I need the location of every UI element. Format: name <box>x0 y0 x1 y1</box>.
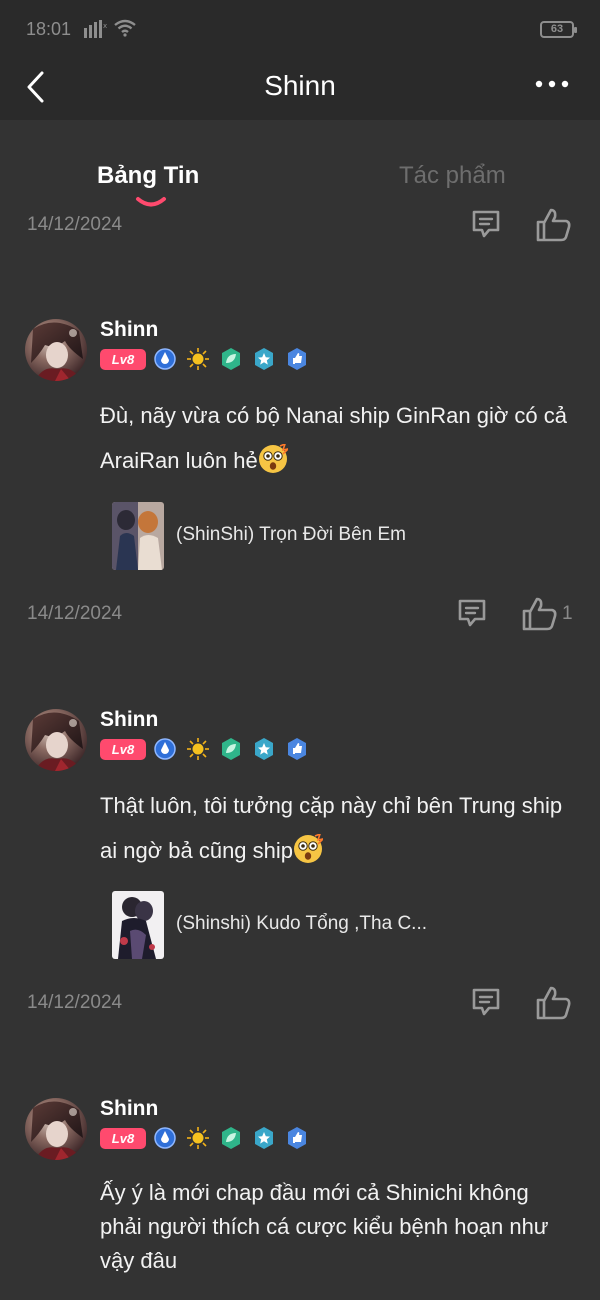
sun-badge-icon <box>187 738 209 760</box>
comment-icon <box>472 988 500 1016</box>
post-text: Thật luôn, tôi tưởng cặp này chỉ bên Tru… <box>100 793 563 864</box>
level-badge: Lv8 <box>100 1128 146 1149</box>
svg-text:x: x <box>103 22 107 30</box>
leaf-badge-icon <box>222 348 240 370</box>
thumb-badge-icon <box>288 1127 306 1149</box>
username[interactable]: Shinn <box>100 1097 158 1121</box>
post-date: 14/12/2024 <box>27 603 123 624</box>
sun-badge-icon <box>187 348 209 370</box>
more-options-button[interactable] <box>532 72 576 106</box>
thumbs-up-icon <box>522 597 557 631</box>
post-date: 14/12/2024 <box>27 992 123 1013</box>
comment-icon <box>472 210 500 238</box>
avatar[interactable] <box>25 709 87 771</box>
post-text: Ấy ý là mới chap đầu mới cả Shinichi khô… <box>100 1180 549 1273</box>
tab-news-feed[interactable]: Bảng Tin <box>97 162 199 190</box>
level-badge: Lv8 <box>100 739 146 760</box>
linked-work-card[interactable]: (Shinshi) Kudo Tổng ,Tha C... <box>112 891 572 959</box>
work-title: (ShinShi) Trọn Đời Bên Em <box>176 524 406 545</box>
post-text: Đù, nãy vừa có bộ Nanai ship GinRan giờ … <box>100 403 567 474</box>
like-button[interactable] <box>534 206 574 244</box>
work-cover-image <box>112 891 164 959</box>
comment-icon <box>458 599 486 627</box>
comment-button[interactable] <box>468 206 504 242</box>
drop-badge-icon <box>154 348 176 370</box>
drop-badge-icon <box>154 738 176 760</box>
star-badge-icon <box>255 1127 273 1149</box>
drop-badge-icon <box>154 1127 176 1149</box>
astonished-face-icon <box>293 834 324 864</box>
sun-badge-icon <box>187 1127 209 1149</box>
like-button[interactable] <box>534 984 574 1022</box>
tab-works[interactable]: Tác phẩm <box>399 162 506 190</box>
work-title: (Shinshi) Kudo Tổng ,Tha C... <box>176 913 427 934</box>
status-bar: 18:01 x 63 <box>0 0 600 58</box>
post-date: 14/12/2024 <box>27 214 123 235</box>
wifi-icon <box>114 19 136 37</box>
comment-button[interactable] <box>468 984 504 1020</box>
like-button[interactable] <box>520 595 560 633</box>
signal-icon: x <box>84 20 107 38</box>
username[interactable]: Shinn <box>100 708 158 732</box>
astonished-face-icon <box>257 444 288 474</box>
thumbs-up-icon <box>536 986 571 1020</box>
post-meta-row: 14/12/2024 <box>0 984 600 1024</box>
leaf-badge-icon <box>222 1127 240 1149</box>
like-count: 1 <box>562 603 573 624</box>
avatar[interactable] <box>25 1098 87 1160</box>
nav-bar: Shinn <box>0 58 600 120</box>
battery-icon: 63 <box>540 21 577 38</box>
post-meta-row: 14/12/2024 <box>0 206 600 246</box>
leaf-badge-icon <box>222 738 240 760</box>
thumb-badge-icon <box>288 738 306 760</box>
work-cover-image <box>112 502 164 570</box>
username[interactable]: Shinn <box>100 318 158 342</box>
star-badge-icon <box>255 348 273 370</box>
profile-tabs: Bảng Tin Tác phẩm <box>0 120 600 210</box>
status-time: 18:01 <box>26 19 72 39</box>
post-meta-row: 14/12/2024 1 <box>0 595 600 635</box>
thumb-badge-icon <box>288 348 306 370</box>
level-badge: Lv8 <box>100 349 146 370</box>
star-badge-icon <box>255 738 273 760</box>
comment-button[interactable] <box>454 595 490 631</box>
page-title: Shinn <box>264 70 336 101</box>
linked-work-card[interactable]: (ShinShi) Trọn Đời Bên Em <box>112 502 572 570</box>
more-icon <box>535 80 569 88</box>
thumbs-up-icon <box>536 208 571 242</box>
avatar[interactable] <box>25 319 87 381</box>
